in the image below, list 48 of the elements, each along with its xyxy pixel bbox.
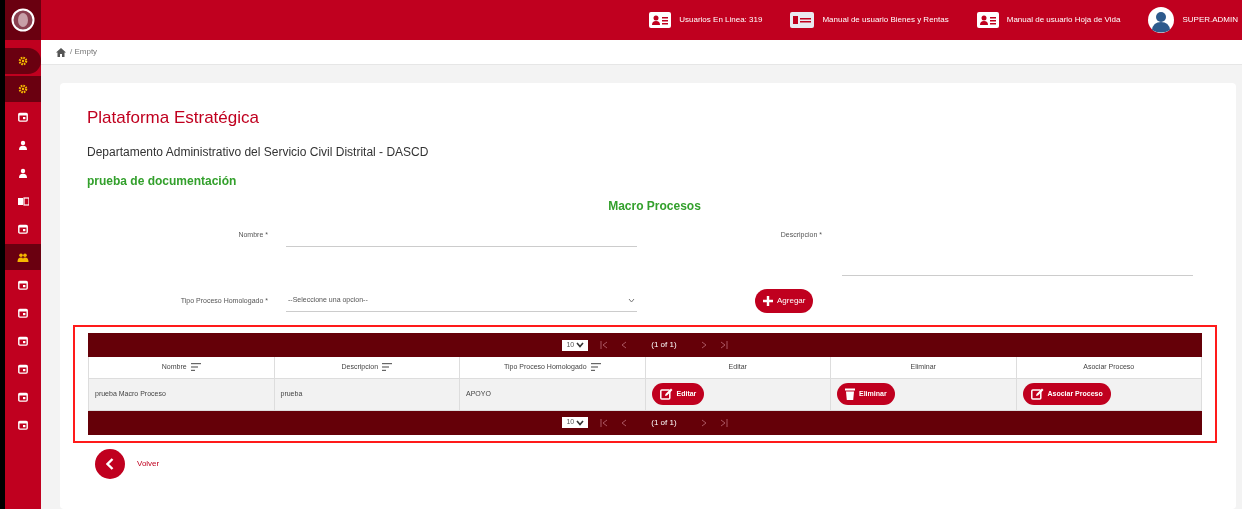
subtitle: prueba de documentación bbox=[87, 173, 238, 190]
avatar-icon[interactable] bbox=[1148, 7, 1175, 33]
back-label[interactable]: Volver bbox=[137, 457, 160, 470]
caret-icon bbox=[576, 342, 585, 348]
sort-icon[interactable] bbox=[382, 363, 393, 372]
calendar-icon bbox=[18, 336, 28, 346]
calendar-icon bbox=[18, 364, 28, 374]
add-button[interactable]: Agregar bbox=[755, 289, 814, 313]
id-card-icon bbox=[649, 12, 672, 28]
back-button[interactable] bbox=[95, 448, 125, 479]
calendar-icon bbox=[18, 308, 28, 318]
chevron-left-icon bbox=[106, 457, 114, 470]
sidebar-item[interactable] bbox=[5, 48, 41, 74]
edit-icon bbox=[659, 388, 673, 400]
caret-icon bbox=[576, 419, 585, 426]
header-link[interactable]: Manual de usuario Bienes y Rentas bbox=[790, 12, 949, 28]
user-icon bbox=[18, 140, 28, 150]
plus-icon bbox=[763, 296, 773, 306]
edit-icon bbox=[1030, 388, 1044, 400]
user-name[interactable]: SUPER.ADMIN bbox=[1182, 14, 1238, 26]
page-info: (1 of 1) bbox=[651, 416, 677, 429]
entity-name: Departamento Administrativo del Servicio Civil Distrital - DASCD bbox=[87, 144, 430, 161]
sort-icon[interactable] bbox=[190, 363, 201, 372]
gear-icon bbox=[18, 84, 28, 94]
people-icon bbox=[17, 252, 29, 262]
page-title: Plataforma Estratégica bbox=[87, 108, 260, 128]
sidebar-item[interactable] bbox=[5, 76, 41, 102]
user-icon bbox=[18, 168, 28, 178]
header-link[interactable]: Usuarios En Linea: 319 bbox=[649, 12, 763, 28]
home-icon[interactable] bbox=[56, 47, 66, 57]
header-link[interactable]: Manual de usuario Hoja de Vida bbox=[976, 12, 1121, 28]
calendar-icon bbox=[18, 280, 28, 290]
calendar-icon bbox=[18, 224, 28, 234]
section-title: Macro Procesos bbox=[607, 198, 702, 215]
id-card-icon bbox=[976, 12, 999, 28]
trash-icon bbox=[845, 388, 855, 400]
money-card-icon bbox=[790, 12, 815, 28]
calendar-icon bbox=[18, 392, 28, 402]
logo-icon bbox=[11, 8, 35, 32]
page-info: (1 of 1) bbox=[651, 339, 677, 351]
card-icon bbox=[17, 196, 29, 206]
breadcrumb-text: / Empty bbox=[70, 46, 98, 58]
sidebar-item[interactable] bbox=[5, 244, 41, 270]
calendar-icon bbox=[18, 420, 28, 430]
calendar-icon bbox=[18, 112, 28, 122]
gear-icon bbox=[18, 56, 28, 66]
chevron-down-icon bbox=[628, 298, 635, 303]
sort-icon[interactable] bbox=[590, 363, 601, 372]
